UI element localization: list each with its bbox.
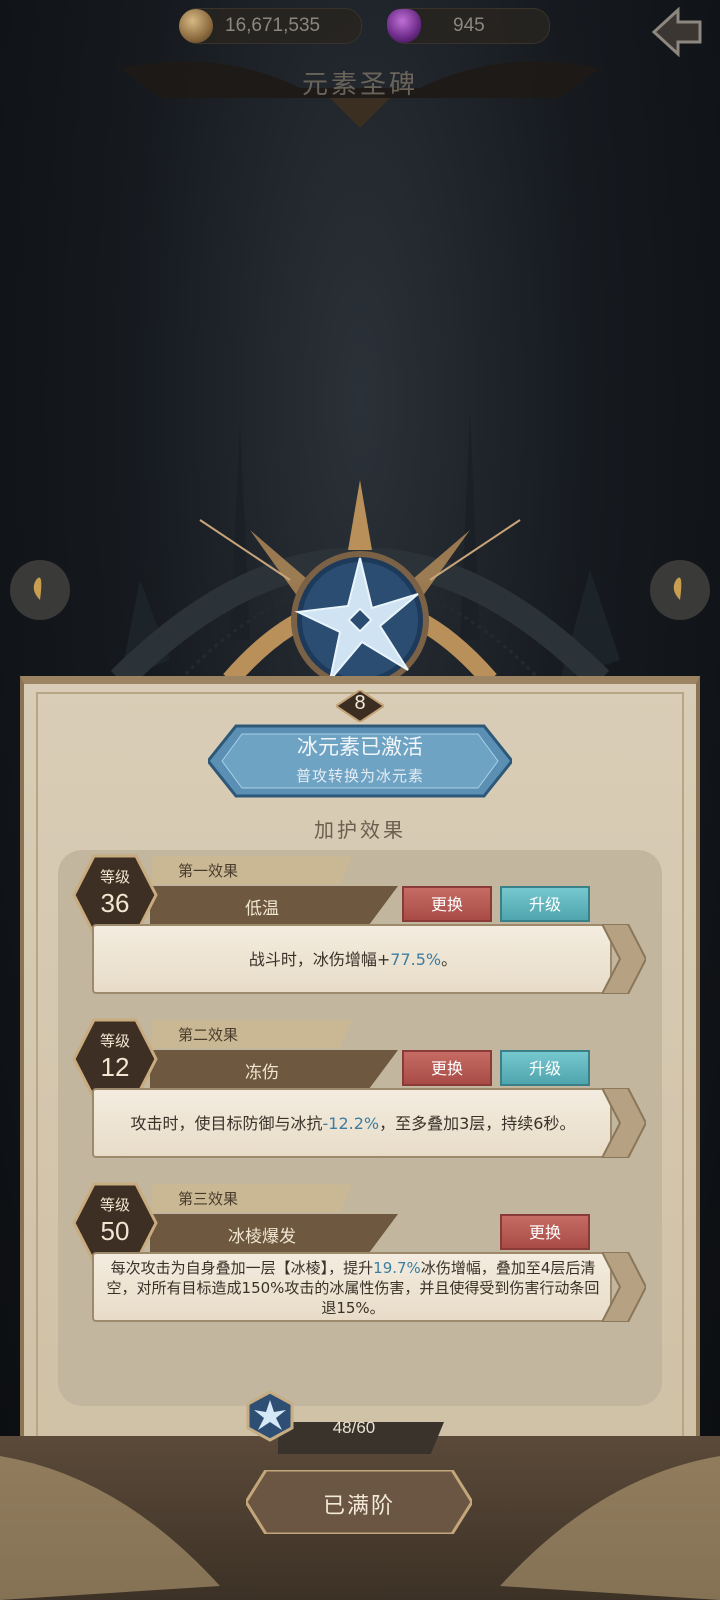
effect-card-1: 第一效果 低温 等级 36 更换 升级 战斗时，冰伤增幅+77.5%。 [72,852,662,1002]
swap-button[interactable]: 更换 [402,1050,492,1086]
level-label: 等级 [99,1032,130,1050]
effect-description: 战斗时，冰伤增幅+77.5%。 [248,950,458,969]
coin-icon [179,9,213,43]
upgrade-button[interactable]: 升级 [500,1050,590,1086]
effect-level: 12 [100,1052,130,1082]
effect-name: 冻伤 [245,1063,279,1083]
effect-card-3: 第三效果 冰棱爆发 等级 50 更换 每次攻击为自身叠加一层【冰棱】，提升19.… [72,1180,662,1330]
upgrade-button[interactable]: 升级 [500,886,590,922]
effect-description: 攻击时，使目标防御与冰抗-12.2%，至多叠加3层，持续6秒。 [130,1114,576,1133]
effect-name: 低温 [245,899,279,919]
effect-level: 36 [100,888,130,918]
gem-amount: 945 [453,15,485,36]
expand-arrow-icon[interactable] [602,1088,646,1158]
swap-button[interactable]: 更换 [500,1214,590,1250]
effect-description: 每次攻击为自身叠加一层【冰棱】，提升19.7%冰伤增幅，叠加至4层后清空，对所有… [106,1259,600,1317]
effect-name: 冰棱爆发 [228,1227,296,1247]
gold-amount: 16,671,535 [225,15,321,36]
gold-counter: 16,671,535 [179,8,362,44]
swap-button[interactable]: 更换 [402,886,492,922]
level-label: 等级 [99,868,130,886]
effect-level: 50 [100,1216,130,1246]
effect-order-label: 第一效果 [178,862,239,880]
section-title: 加护效果 [314,818,406,842]
effect-card-2: 第二效果 冻伤 等级 12 更换 升级 攻击时，使目标防御与冰抗-12.2%，至… [72,1016,662,1166]
ice-star-icon [246,1390,294,1442]
effect-order-label: 第二效果 [178,1026,239,1044]
top-bar: 16,671,535 945 [0,0,720,58]
progress-text: 48/60 [332,1418,376,1437]
page-title: 元素圣碑 [301,70,418,100]
expand-arrow-icon[interactable] [602,924,646,994]
level-label: 等级 [99,1196,130,1214]
monument-level: 8 [354,692,366,714]
elemental-monument [10,410,710,690]
banner-title: 冰元素已激活 [297,735,423,759]
max-level-button[interactable]: 已满阶 [246,1488,472,1520]
back-arrow-icon[interactable] [648,4,706,62]
title-frame: 元素圣碑 [0,58,720,138]
effect-order-label: 第三效果 [178,1190,239,1208]
banner-subtitle: 普攻转换为冰元素 [295,767,424,785]
crystal-icon [387,9,421,43]
expand-arrow-icon[interactable] [602,1252,646,1322]
gem-counter: 945 [387,8,550,44]
